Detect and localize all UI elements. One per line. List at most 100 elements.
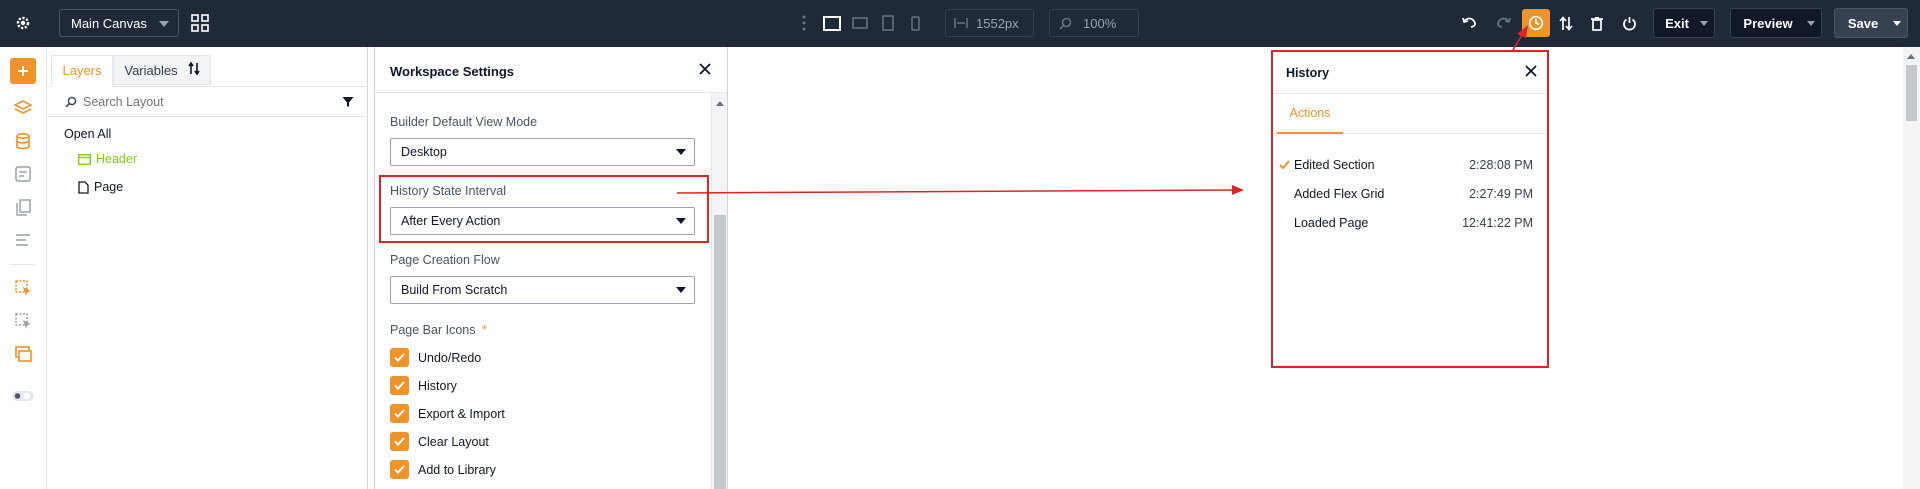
- canvas-selector[interactable]: Main Canvas: [59, 9, 179, 37]
- plus-icon[interactable]: [10, 58, 36, 84]
- toggle-icon[interactable]: [12, 385, 34, 407]
- power-icon[interactable]: [1619, 13, 1639, 33]
- pages-icon[interactable]: [12, 196, 34, 218]
- folder-icon: [78, 153, 91, 165]
- layer-item-header[interactable]: Header: [78, 152, 137, 166]
- chevron-down-icon: [676, 149, 686, 155]
- workspace-scrollbar[interactable]: [711, 93, 727, 489]
- search-input[interactable]: [83, 92, 333, 112]
- check-icon: [390, 376, 409, 395]
- history-entry[interactable]: Added Flex Grid 2:27:49 PM: [1273, 182, 1547, 206]
- chevron-down-icon: [159, 21, 169, 27]
- layer-item-page[interactable]: Page: [78, 180, 123, 194]
- workspace-settings-panel: Workspace Settings Builder Default View …: [374, 47, 728, 489]
- page-title: Workspace Settings: [390, 64, 515, 79]
- width-input[interactable]: 1552px: [945, 9, 1034, 37]
- scrollbar-thumb[interactable]: [714, 215, 726, 489]
- open-all-link[interactable]: Open All: [64, 127, 111, 141]
- trash-icon[interactable]: [1587, 13, 1607, 33]
- list-icon[interactable]: [12, 229, 34, 251]
- history-header: History: [1273, 52, 1547, 94]
- preview-button[interactable]: Preview: [1730, 8, 1822, 38]
- checkbox-export-import[interactable]: Export & Import: [390, 404, 505, 423]
- tablet-landscape-icon[interactable]: [851, 14, 869, 32]
- exit-button[interactable]: Exit: [1653, 8, 1715, 38]
- chevron-up-icon: [1907, 54, 1915, 59]
- history-entry[interactable]: Edited Section 2:28:08 PM: [1273, 153, 1547, 177]
- check-icon: [1279, 159, 1290, 173]
- filter-icon[interactable]: [342, 96, 354, 111]
- sort-icon[interactable]: [1556, 13, 1576, 33]
- history-interval-select[interactable]: After Every Action: [390, 207, 695, 235]
- layer-item-label: Header: [96, 152, 137, 166]
- view-mode-select[interactable]: Desktop: [390, 138, 695, 166]
- checkbox-clear-layout[interactable]: Clear Layout: [390, 432, 489, 451]
- page-icon: [78, 180, 89, 194]
- close-icon[interactable]: [1525, 65, 1537, 80]
- field-label: History State Interval: [390, 184, 507, 198]
- preview-label: Preview: [1743, 15, 1793, 31]
- check-icon: [390, 460, 409, 479]
- history-time: 2:27:49 PM: [1469, 187, 1533, 201]
- close-icon[interactable]: [699, 63, 711, 78]
- canvas-scrollbar[interactable]: [1903, 47, 1920, 489]
- required-mark: *: [481, 323, 487, 337]
- search-icon: [65, 96, 77, 111]
- checkbox-add-to-library[interactable]: Add to Library: [390, 460, 496, 479]
- grid-icon[interactable]: [190, 13, 210, 33]
- field-label: Builder Default View Mode: [390, 115, 538, 129]
- tab-variables-label: Variables: [124, 62, 178, 78]
- exit-label: Exit: [1665, 15, 1689, 31]
- stack-icon[interactable]: [12, 343, 34, 365]
- checkbox-label: Add to Library: [418, 462, 496, 477]
- zoom-input[interactable]: 100%: [1049, 9, 1139, 37]
- layers-search: [47, 87, 368, 117]
- redo-icon[interactable]: [1492, 13, 1514, 33]
- drag-handle-icon[interactable]: [800, 14, 808, 32]
- form-icon[interactable]: [12, 163, 34, 185]
- tab-variables[interactable]: Variables: [113, 55, 211, 85]
- mobile-icon[interactable]: [908, 13, 922, 33]
- width-value: 1552px: [976, 15, 1019, 31]
- width-icon: [954, 17, 968, 29]
- history-time: 12:41:22 PM: [1462, 216, 1533, 230]
- check-icon: [390, 404, 409, 423]
- layers-panel: Layers Variables Open All Header Page: [47, 47, 368, 489]
- database-icon[interactable]: [12, 130, 34, 152]
- workspace-header: Workspace Settings: [375, 47, 727, 93]
- gear-icon[interactable]: [12, 12, 34, 34]
- click-icon[interactable]: [12, 277, 34, 299]
- top-toolbar: Main Canvas 1552px 100% Exit Preview Sav…: [0, 0, 1920, 47]
- tab-layers[interactable]: Layers: [51, 55, 113, 87]
- zoom-value: 100%: [1083, 15, 1117, 31]
- chevron-down-icon: [676, 287, 686, 293]
- history-action: Edited Section: [1294, 158, 1375, 172]
- tablet-portrait-icon[interactable]: [880, 13, 896, 33]
- select-icon[interactable]: [12, 310, 34, 332]
- checkbox-label: Undo/Redo: [418, 350, 482, 365]
- page-creation-select[interactable]: Build From Scratch: [390, 276, 695, 304]
- page-bar-icons-text: Page Bar Icons: [390, 323, 476, 337]
- select-value: Desktop: [401, 145, 447, 159]
- chevron-down-icon: [1807, 21, 1815, 26]
- save-button[interactable]: Save: [1834, 8, 1908, 38]
- checkbox-history[interactable]: History: [390, 376, 457, 395]
- sort-icon: [187, 61, 200, 78]
- chevron-down-icon: [676, 218, 686, 224]
- field-label: Page Creation Flow: [390, 253, 500, 267]
- undo-icon[interactable]: [1459, 13, 1481, 33]
- chevron-down-icon: [1893, 21, 1901, 26]
- history-action: Added Flex Grid: [1294, 187, 1385, 201]
- tab-actions[interactable]: Actions: [1277, 94, 1343, 134]
- rail-divider: [10, 264, 36, 265]
- history-tabs: Actions: [1273, 94, 1547, 134]
- checkbox-label: Export & Import: [418, 406, 505, 421]
- history-clock-icon[interactable]: [1522, 9, 1550, 37]
- history-panel: History Actions Edited Section 2:28:08 P…: [1271, 50, 1549, 368]
- layers-icon[interactable]: [12, 97, 34, 119]
- checkbox-undo-redo[interactable]: Undo/Redo: [390, 348, 481, 367]
- desktop-icon[interactable]: [822, 13, 842, 33]
- history-entry[interactable]: Loaded Page 12:41:22 PM: [1273, 211, 1547, 235]
- checkbox-label: Clear Layout: [418, 434, 489, 449]
- scrollbar-thumb[interactable]: [1906, 65, 1917, 121]
